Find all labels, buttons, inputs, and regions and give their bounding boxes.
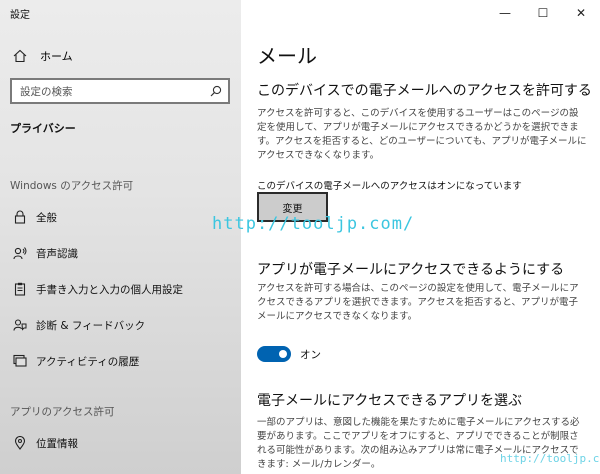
sidebar-item-label: 音声認識 xyxy=(36,247,78,260)
access-status-text: このデバイスの電子メールへのアクセスはオンになっています xyxy=(257,181,522,192)
minimize-button[interactable]: — xyxy=(486,0,524,26)
current-category: プライバシー xyxy=(10,122,76,135)
section-title: このデバイスでの電子メールへのアクセスを許可する xyxy=(257,83,592,99)
home-icon xyxy=(0,49,40,63)
sidebar-item-label: ホーム xyxy=(40,50,73,63)
toggle-knob xyxy=(279,350,287,358)
maximize-button[interactable]: ☐ xyxy=(524,0,562,26)
section-description: アクセスを許可する場合は、このページの設定を使用して、電子メールにアクセスできる… xyxy=(257,283,579,322)
lock-icon xyxy=(0,210,36,224)
app-access-toggle[interactable] xyxy=(257,346,291,362)
watermark-corner: http://tooljp.com/ xyxy=(500,452,600,465)
feedback-icon xyxy=(0,318,36,332)
location-icon xyxy=(0,436,36,450)
section-title: アプリが電子メールにアクセスできるようにする xyxy=(257,262,565,278)
sidebar-item-label: 位置情報 xyxy=(36,437,78,450)
section-description: アクセスを許可すると、このデバイスを使用するユーザーはこのページの設定を使用して… xyxy=(257,108,587,161)
page-title: メール xyxy=(257,44,317,68)
sidebar-item-label: アクティビティの履歴 xyxy=(36,355,140,368)
toggle-state-label: オン xyxy=(300,348,321,361)
speech-icon xyxy=(0,246,36,260)
sidebar-item-general[interactable]: 全般 xyxy=(0,205,241,229)
history-icon xyxy=(0,354,36,368)
sidebar-item-home[interactable]: ホーム xyxy=(0,44,241,68)
search-icon[interactable] xyxy=(210,82,222,101)
section-heading: アプリのアクセス許可 xyxy=(10,406,115,418)
search-input[interactable]: 設定の検索 xyxy=(10,78,230,104)
search-placeholder: 設定の検索 xyxy=(20,85,73,98)
sidebar-item-diagnostics[interactable]: 診断 & フィードバック xyxy=(0,313,241,337)
sidebar: 設定 ホーム 設定の検索 プライバシー Windows のアクセス許可 全般 音… xyxy=(0,0,241,474)
close-button[interactable]: ✕ xyxy=(562,0,600,26)
app-access-toggle-row: オン xyxy=(257,346,321,362)
sidebar-item-location[interactable]: 位置情報 xyxy=(0,431,241,455)
sidebar-item-label: 手書き入力と入力の個人用設定 xyxy=(36,283,183,296)
window-controls: — ☐ ✕ xyxy=(486,0,600,26)
main-panel: — ☐ ✕ メール このデバイスでの電子メールへのアクセスを許可する アクセスを… xyxy=(241,0,600,474)
sidebar-item-label: 全般 xyxy=(36,211,57,224)
sidebar-item-speech[interactable]: 音声認識 xyxy=(0,241,241,265)
sidebar-item-inking-typing[interactable]: 手書き入力と入力の個人用設定 xyxy=(0,277,241,301)
app-title: 設定 xyxy=(10,10,30,21)
section-heading: Windows のアクセス許可 xyxy=(10,180,134,192)
section-title: 電子メールにアクセスできるアプリを選ぶ xyxy=(257,393,523,409)
sidebar-item-label: 診断 & フィードバック xyxy=(36,319,146,332)
watermark: http://tooljp.com/ xyxy=(212,214,415,234)
clipboard-icon xyxy=(0,282,36,296)
sidebar-item-activity-history[interactable]: アクティビティの履歴 xyxy=(0,349,241,373)
